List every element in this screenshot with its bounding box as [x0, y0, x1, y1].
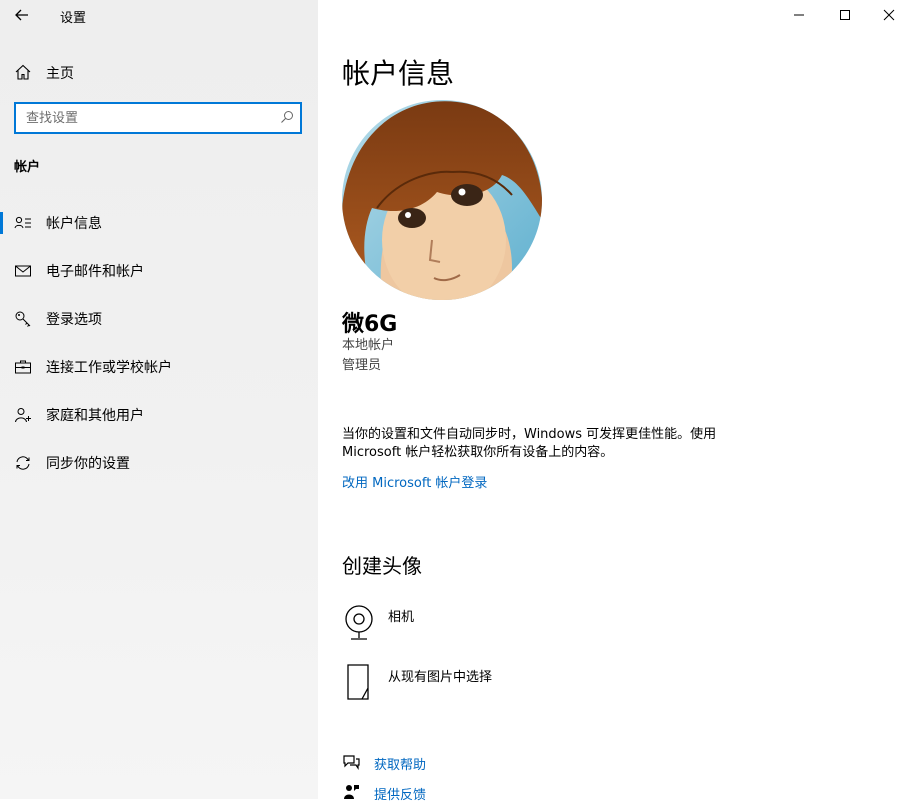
feedback-row[interactable]: 提供反馈: [318, 782, 618, 804]
avatar-image: [342, 100, 542, 300]
sidebar: 设置 主页 帐户 帐户信息 电子邮件和帐户: [0, 0, 318, 799]
help-icon: [343, 755, 360, 770]
feedback-link[interactable]: 提供反馈: [374, 784, 426, 803]
camera-label: 相机: [388, 610, 415, 625]
maximize-icon: [840, 10, 850, 20]
account-info-icon: [14, 216, 31, 229]
sync-description: 当你的设置和文件自动同步时，Windows 可发挥更佳性能。使用 Microso…: [342, 427, 717, 460]
sidebar-item-label: 电子邮件和帐户: [46, 264, 144, 280]
home-nav-item[interactable]: 主页: [0, 58, 318, 86]
sidebar-item-label: 登录选项: [46, 312, 102, 328]
home-label: 主页: [46, 66, 74, 82]
page-title: 帐户信息: [342, 57, 455, 90]
sidebar-item-label: 家庭和其他用户: [46, 408, 144, 424]
browse-picture-icon: [347, 664, 369, 700]
get-help-row[interactable]: 获取帮助: [318, 752, 618, 774]
section-title: 帐户: [14, 160, 41, 175]
camera-option[interactable]: 相机: [318, 600, 718, 644]
search-box[interactable]: [14, 102, 302, 134]
feedback-icon: [344, 785, 359, 799]
minimize-icon: [794, 14, 804, 16]
sync-icon: [16, 456, 30, 470]
app-title: 设置: [60, 11, 87, 26]
sidebar-item-work-school[interactable]: 连接工作或学校帐户: [0, 349, 318, 385]
sidebar-item-account-info[interactable]: 帐户信息: [0, 205, 318, 241]
active-indicator: [0, 212, 3, 234]
sidebar-item-family[interactable]: 家庭和其他用户: [0, 397, 318, 433]
search-icon[interactable]: [280, 110, 294, 124]
sidebar-item-email[interactable]: 电子邮件和帐户: [0, 253, 318, 289]
account-type: 本地帐户: [342, 338, 395, 353]
main-content: 帐户信息 微6G 本地帐户 管理员 当你的设置和文件自动同步时，Windows …: [318, 0, 912, 803]
minimize-button[interactable]: [776, 0, 822, 30]
add-person-icon: [15, 408, 31, 423]
key-icon: [15, 311, 31, 327]
sidebar-item-label: 连接工作或学校帐户: [46, 360, 172, 376]
microsoft-signin-link[interactable]: 改用 Microsoft 帐户登录: [342, 472, 487, 491]
briefcase-icon: [15, 360, 31, 374]
back-arrow-icon: [15, 9, 28, 21]
maximize-button[interactable]: [822, 0, 868, 30]
browse-picture-option[interactable]: 从现有图片中选择: [318, 660, 718, 704]
close-button[interactable]: [866, 0, 912, 30]
search-input[interactable]: [24, 104, 268, 132]
sidebar-item-label: 帐户信息: [46, 216, 102, 232]
avatar: [342, 100, 542, 300]
get-help-link[interactable]: 获取帮助: [374, 754, 426, 773]
sidebar-item-label: 同步你的设置: [46, 456, 130, 472]
sidebar-item-sync[interactable]: 同步你的设置: [0, 445, 318, 481]
back-button[interactable]: [8, 2, 36, 28]
mail-icon: [15, 265, 31, 277]
browse-picture-label: 从现有图片中选择: [388, 670, 493, 685]
user-role: 管理员: [342, 358, 382, 373]
home-icon: [15, 64, 31, 80]
create-avatar-title: 创建头像: [342, 554, 422, 578]
close-icon: [883, 9, 895, 21]
sidebar-item-sign-in-options[interactable]: 登录选项: [0, 301, 318, 337]
camera-icon: [345, 605, 373, 640]
